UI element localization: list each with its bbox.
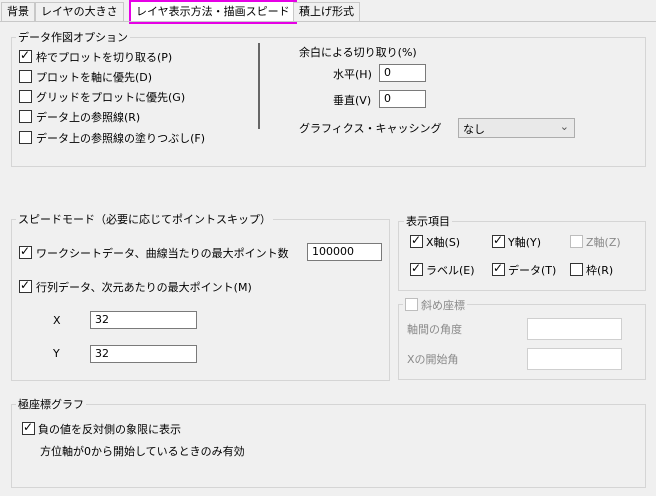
- tab-bar: 背景 レイヤの大きさ レイヤ表示方法・描画スピード 積上げ形式: [0, 0, 656, 24]
- polar-title: 極座標グラフ: [16, 396, 86, 412]
- graphics-caching-label: グラフィクス・キャッシング: [299, 122, 442, 135]
- x-axis-checkbox[interactable]: [410, 233, 423, 248]
- x-start-angle-label: Xの開始角: [407, 353, 459, 366]
- frame-label: 枠(R): [586, 264, 614, 277]
- graphics-caching-select[interactable]: なし ⌄: [458, 118, 575, 138]
- y-points-input[interactable]: 32: [90, 345, 197, 363]
- tab-stacking[interactable]: 積上げ形式: [293, 2, 360, 21]
- plot-over-axes-checkbox[interactable]: [19, 70, 32, 83]
- section-divider: [258, 43, 260, 129]
- grid-over-plot-checkbox[interactable]: [19, 90, 32, 103]
- x-axis-label: X軸(S): [426, 236, 461, 249]
- x-start-angle-input[interactable]: [527, 348, 622, 370]
- clip-plot-checkbox[interactable]: [19, 48, 32, 63]
- data-plot-options-title: データ作図オプション: [16, 29, 130, 45]
- matrix-max-points-checkbox[interactable]: [19, 278, 32, 293]
- x-points-label: X: [53, 314, 61, 327]
- oblique-title: 斜め座標: [421, 299, 465, 312]
- reverse-negative-checkbox[interactable]: [22, 420, 35, 435]
- labels-checkbox[interactable]: [410, 261, 423, 276]
- ref-lines-fill-checkbox[interactable]: [19, 131, 32, 144]
- reverse-negative-label: 負の値を反対側の象限に表示: [38, 423, 181, 436]
- data-checkbox[interactable]: [492, 261, 505, 276]
- matrix-max-points-label: 行列データ、次元あたりの最大ポイント(M): [36, 281, 252, 294]
- y-axis-label: Y軸(Y): [508, 236, 542, 249]
- ref-lines-checkbox[interactable]: [19, 110, 32, 123]
- chevron-down-icon: ⌄: [559, 120, 569, 133]
- horizontal-label: 水平(H): [333, 68, 372, 81]
- speed-mode-title: スピードモード（必要に応じてポイントスキップ）: [16, 211, 273, 227]
- vertical-label: 垂直(V): [333, 94, 372, 107]
- horizontal-margin-input[interactable]: 0: [379, 64, 426, 82]
- y-axis-checkbox[interactable]: [492, 233, 505, 248]
- z-axis-label: Z軸(Z): [586, 236, 621, 249]
- labels-label: ラベル(E): [426, 264, 475, 277]
- plot-over-axes-label: プロットを軸に優先(D): [36, 71, 153, 84]
- tab-divider: [0, 21, 656, 22]
- polar-note: 方位軸が0から開始しているときのみ有効: [40, 445, 245, 458]
- graphics-caching-value: なし: [463, 123, 485, 136]
- display-items-title: 表示項目: [404, 213, 452, 229]
- data-label: データ(T): [508, 264, 557, 277]
- x-points-input[interactable]: 32: [90, 311, 197, 329]
- tab-background[interactable]: 背景: [1, 2, 35, 21]
- ref-lines-label: データ上の参照線(R): [36, 111, 141, 124]
- grid-over-plot-label: グリッドをプロットに優先(G): [36, 91, 186, 104]
- vertical-margin-input[interactable]: 0: [379, 90, 426, 108]
- y-points-label: Y: [53, 347, 60, 360]
- clip-margin-title: 余白による切り取り(%): [299, 46, 417, 59]
- tab-layer-size[interactable]: レイヤの大きさ: [35, 2, 124, 21]
- z-axis-checkbox[interactable]: [570, 235, 583, 248]
- display-items-group: [398, 221, 646, 291]
- worksheet-max-points-label: ワークシートデータ、曲線当たりの最大ポイント数: [36, 247, 289, 260]
- frame-checkbox[interactable]: [570, 263, 583, 276]
- ref-lines-fill-label: データ上の参照線の塗りつぶし(F): [36, 132, 206, 145]
- clip-plot-label: 枠でプロットを切り取る(P): [36, 51, 173, 64]
- axis-angle-input[interactable]: [527, 318, 622, 340]
- worksheet-max-points-checkbox[interactable]: [19, 244, 32, 259]
- axis-angle-label: 軸間の角度: [407, 323, 462, 336]
- worksheet-max-points-input[interactable]: 100000: [307, 243, 382, 261]
- oblique-checkbox[interactable]: [405, 298, 418, 311]
- oblique-header: 斜め座標: [403, 297, 467, 313]
